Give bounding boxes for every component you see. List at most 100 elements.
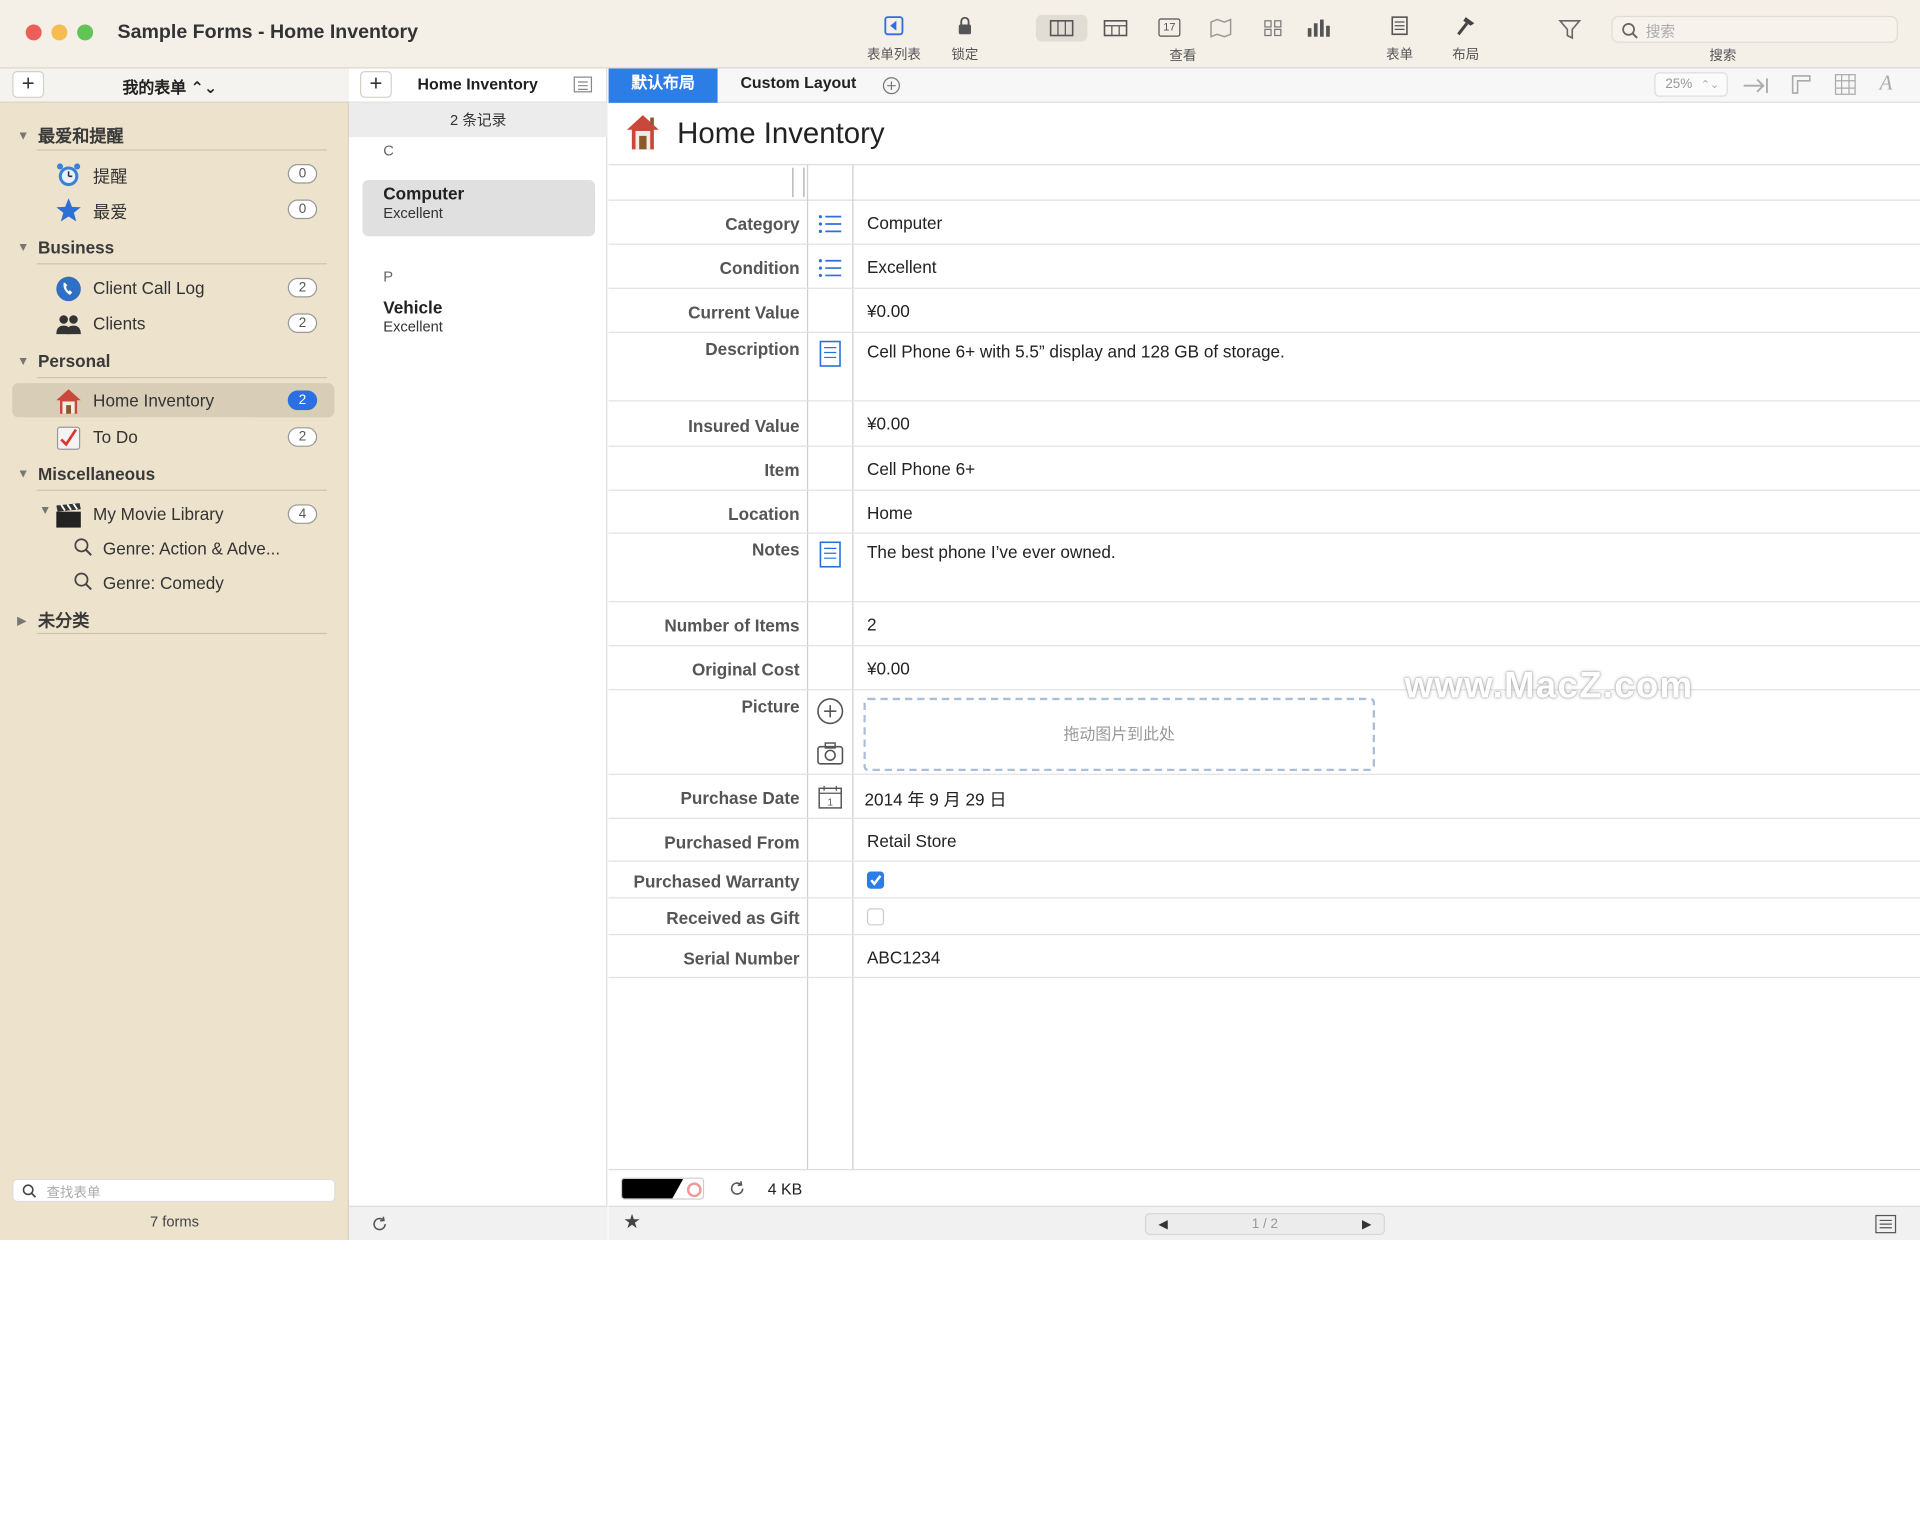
field-value[interactable]: ABC1234	[867, 947, 940, 967]
field-row-original-cost[interactable]: Original Cost ¥0.00	[608, 646, 1920, 691]
add-record-button[interactable]: +	[360, 70, 392, 98]
form-button[interactable]: 表单	[1381, 12, 1418, 63]
field-row-number-of-items[interactable]: Number of Items 2	[608, 602, 1920, 647]
field-row-category[interactable]: Category Computer	[608, 201, 1920, 245]
record-item-vehicle[interactable]: Vehicle Excellent	[362, 294, 595, 350]
table-view-button[interactable]	[1095, 15, 1137, 42]
zoom-stepper[interactable]: 25% ⌃⌄	[1654, 72, 1728, 97]
sidebar-item-label: 提醒	[93, 166, 128, 187]
list-options-icon[interactable]	[573, 75, 593, 95]
field-value[interactable]: ¥0.00	[867, 414, 910, 434]
field-row-condition[interactable]: Condition Excellent	[608, 245, 1920, 289]
field-row-description[interactable]: Description Cell Phone 6+ with 5.5” disp…	[608, 333, 1920, 402]
add-form-button[interactable]: +	[12, 70, 45, 98]
field-value[interactable]: ¥0.00	[867, 659, 910, 679]
section-favorites[interactable]: ▼ 最爱和提醒	[17, 124, 124, 148]
field-value[interactable]: 2014 年 9 月 29 日	[864, 787, 1006, 811]
field-row-purchased-from[interactable]: Purchased From Retail Store	[608, 819, 1920, 862]
record-subtitle: Excellent	[383, 204, 443, 222]
form-group-selector[interactable]: 我的表单 ⌃⌄	[122, 75, 217, 98]
field-row-insured-value[interactable]: Insured Value ¥0.00	[608, 402, 1920, 447]
received-as-gift-checkbox[interactable]	[866, 908, 885, 926]
sidebar-item-label: 最爱	[93, 201, 128, 222]
field-row-item[interactable]: Item Cell Phone 6+	[608, 447, 1920, 491]
section-miscellaneous[interactable]: ▼ Miscellaneous	[17, 464, 155, 484]
field-value[interactable]: Excellent	[867, 257, 937, 277]
field-label: Picture	[741, 696, 800, 717]
picture-drop-zone[interactable]: 拖动图片到此处	[863, 697, 1376, 772]
refresh-icon[interactable]	[371, 1216, 388, 1233]
section-personal[interactable]: ▼ Personal	[17, 351, 110, 371]
tab-custom-layout[interactable]: Custom Layout	[725, 69, 872, 103]
value-list-icon[interactable]	[814, 252, 845, 283]
group-letter: P	[383, 268, 394, 286]
column-view-button[interactable]	[1035, 14, 1088, 42]
purchased-warranty-checkbox[interactable]	[866, 871, 885, 889]
field-value[interactable]: Home	[867, 503, 913, 523]
count-badge: 2	[287, 390, 318, 411]
record-name: Computer	[383, 183, 465, 204]
field-row-purchase-date[interactable]: Purchase Date 1 2014 年 9 月 29 日	[608, 775, 1920, 819]
section-uncategorized[interactable]: ▶ 未分类	[17, 608, 89, 632]
lock-button[interactable]: 锁定	[945, 12, 984, 63]
value-list-icon[interactable]	[814, 208, 845, 239]
close-window-button[interactable]	[25, 24, 42, 41]
tab-default-layout[interactable]: 默认布局	[608, 68, 718, 103]
field-label: Purchased From	[664, 832, 800, 852]
grid-view-button[interactable]	[1261, 15, 1285, 42]
grid-icon[interactable]	[1834, 73, 1856, 95]
minimize-window-button[interactable]	[51, 24, 68, 41]
toolbar-search-input[interactable]: 搜索	[1611, 15, 1898, 43]
field-value[interactable]: Retail Store	[867, 831, 957, 851]
field-label: Serial Number	[683, 948, 800, 969]
sidebar-item-to-do[interactable]: To Do 2	[12, 420, 334, 454]
camera-icon[interactable]	[814, 737, 845, 768]
tab-order-icon[interactable]	[1741, 75, 1770, 97]
record-color-well[interactable]	[620, 1177, 705, 1200]
disclosure-triangle-icon[interactable]: ▼	[39, 504, 51, 517]
filter-button[interactable]	[1558, 17, 1582, 41]
column-resize-handle[interactable]	[792, 167, 805, 198]
record-item-computer[interactable]: Computer Excellent	[362, 179, 596, 237]
sidebar-item-favorites[interactable]: 最爱 0	[12, 192, 334, 226]
calendar-icon[interactable]: 1	[814, 781, 845, 812]
section-business[interactable]: ▼ Business	[17, 237, 114, 257]
field-value[interactable]: 2	[867, 614, 877, 634]
calendar-view-button[interactable]: 17	[1149, 15, 1191, 42]
field-value[interactable]: Computer	[867, 213, 942, 233]
color-swatch-icon	[622, 1178, 703, 1199]
font-icon[interactable]: A	[1880, 71, 1893, 95]
field-row-serial-number[interactable]: Serial Number ABC1234	[608, 935, 1920, 979]
field-row-current-value[interactable]: Current Value ¥0.00	[608, 289, 1920, 333]
note-icon[interactable]	[814, 539, 845, 570]
layout-button[interactable]: 布局	[1447, 12, 1484, 63]
ruler-icon[interactable]	[1790, 73, 1812, 95]
sidebar-item-reminders[interactable]: 提醒 0	[12, 157, 334, 191]
sidebar-item-clients[interactable]: Clients 2	[12, 306, 334, 340]
add-picture-icon[interactable]	[814, 695, 845, 726]
sidebar-item-home-inventory[interactable]: Home Inventory 2	[12, 383, 335, 418]
field-value[interactable]: ¥0.00	[867, 301, 910, 321]
record-details-icon[interactable]	[1875, 1214, 1897, 1234]
refresh-icon[interactable]	[729, 1180, 746, 1197]
sidebar-item-my-movie-library[interactable]: ▼ My Movie Library 4	[12, 497, 334, 531]
zoom-window-button[interactable]	[77, 24, 94, 41]
map-view-button[interactable]	[1202, 15, 1239, 42]
favorite-star-icon[interactable]: ★	[623, 1209, 641, 1233]
sidebar-item-genre-comedy[interactable]: Genre: Comedy	[12, 566, 334, 600]
field-value[interactable]: The best phone I’ve ever owned.	[867, 542, 1116, 562]
find-form-input[interactable]: 查找表单	[12, 1178, 336, 1203]
next-record-icon[interactable]: ▶	[1362, 1214, 1371, 1235]
field-value[interactable]: Cell Phone 6+ with 5.5” display and 128 …	[867, 342, 1285, 362]
view-label: 查看	[1169, 48, 1197, 64]
previous-record-icon[interactable]: ◀	[1158, 1214, 1167, 1235]
form-list-button[interactable]: 表单列表	[860, 12, 929, 63]
chart-view-button[interactable]	[1303, 15, 1332, 42]
add-layout-icon[interactable]	[882, 76, 902, 96]
field-row-location[interactable]: Location Home	[608, 491, 1920, 534]
field-value[interactable]: Cell Phone 6+	[867, 459, 975, 479]
sidebar-item-genre-action[interactable]: Genre: Action & Adve...	[12, 531, 334, 565]
field-row-notes[interactable]: Notes The best phone I’ve ever owned.	[608, 534, 1920, 603]
sidebar-item-client-call-log[interactable]: Client Call Log 2	[12, 271, 334, 305]
note-icon[interactable]	[814, 338, 845, 369]
